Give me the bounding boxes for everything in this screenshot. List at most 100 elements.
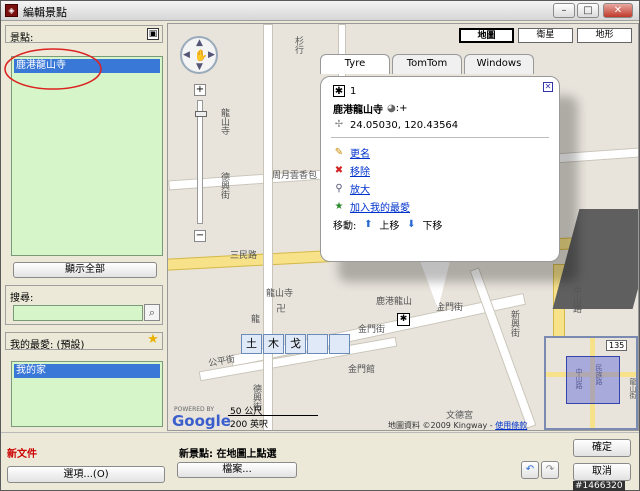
star-add-icon: ★ <box>334 200 344 212</box>
tab-tomtom[interactable]: TomTom <box>392 54 462 74</box>
zoom-thumb[interactable] <box>195 111 207 117</box>
zoom-in-icon[interactable]: + <box>194 84 206 96</box>
move-down-icon[interactable]: ⬇ <box>405 219 417 231</box>
overview-viewport[interactable] <box>566 356 620 404</box>
crosshair-icon: ✢ <box>334 119 344 130</box>
map-type-terrain[interactable]: 地形 <box>577 28 632 43</box>
divider <box>331 137 549 138</box>
zoom-slider[interactable] <box>195 100 207 224</box>
search-label: 搜尋: <box>10 293 34 304</box>
editor-window: ◈ 編輯景點 – □ ✕ 景點: ▣ 鹿港龍山寺 顯示全部 搜尋: ⌕ 我的最愛… <box>0 0 640 491</box>
input-method-bar: 土 木 戈 <box>241 334 351 354</box>
tab-tyre[interactable]: Tyre <box>320 54 390 74</box>
favorites-label: 我的最愛: (預設) <box>10 340 85 351</box>
attribution: 地圖資料 ©2009 Kingway - 使用條款 <box>388 420 527 430</box>
close-button[interactable]: ✕ <box>603 3 633 18</box>
rename-link[interactable]: 更名 <box>350 145 370 160</box>
close-icon[interactable]: ✕ <box>543 82 553 92</box>
google-logo: Google <box>172 412 231 430</box>
places-label: 景點: <box>10 33 34 44</box>
delete-icon: ✖ <box>334 164 344 176</box>
scale-bottom: 200 英呎 <box>230 420 269 430</box>
show-all-button[interactable]: 顯示全部 <box>13 262 157 278</box>
undo-icon[interactable]: ↶ <box>521 461 539 479</box>
remove-link[interactable]: 移除 <box>350 163 370 178</box>
place-label: 鹿港龍山 <box>376 297 413 307</box>
pan-right-icon[interactable]: ▶ <box>208 50 215 60</box>
pan-up-icon[interactable]: ▲ <box>196 38 203 48</box>
ime-key[interactable] <box>307 334 328 354</box>
places-header: 景點: ▣ <box>5 25 163 44</box>
mini-street: 龍山街 <box>629 378 637 399</box>
cancel-button[interactable]: 取消 <box>573 463 631 481</box>
zoom-icon: ⚲ <box>335 182 343 194</box>
pan-down-icon[interactable]: ▼ <box>196 62 203 72</box>
move-up-icon[interactable]: ⬆ <box>362 219 374 231</box>
title-bar: ◈ 編輯景點 – □ ✕ <box>1 1 639 21</box>
marker-icon: ✱ <box>333 85 345 97</box>
street-label: 龍 <box>249 314 259 323</box>
favorites-header: 我的最愛: (預設) ★ <box>5 332 163 351</box>
dexing-street <box>263 24 273 430</box>
star-icon[interactable]: ★ <box>147 333 159 347</box>
new-place-text: 新景點: 在地圖上點選 <box>179 449 277 460</box>
street-label: 金門街 <box>358 325 386 335</box>
ime-key[interactable]: 土 <box>241 334 262 354</box>
pencil-icon: ✎ <box>334 146 344 158</box>
favorites-list[interactable]: 我的家 <box>11 361 163 427</box>
app-icon: ◈ <box>5 4 18 17</box>
street-label: 杉行 <box>293 36 303 54</box>
ok-button[interactable]: 確定 <box>573 439 631 457</box>
zoom-out-icon[interactable]: − <box>194 230 206 242</box>
terms-link[interactable]: 使用條款 <box>495 421 527 430</box>
street-label: 三民路 <box>230 251 258 261</box>
map-type-bar: 地圖 衛星 地形 <box>455 28 632 43</box>
zoom-link[interactable]: 放大 <box>350 181 370 196</box>
bottom-bar: 新文件 選項...(O) 新景點: 在地圖上點選 檔案... ↶ ↷ 確定 取消… <box>1 432 639 491</box>
minimize-button[interactable]: – <box>553 3 575 18</box>
info-tabs: Tyre TomTom Windows <box>320 54 536 74</box>
overview-map[interactable]: 135 中山路 民族路 龍山街 <box>544 336 638 430</box>
redo-icon[interactable]: ↷ <box>541 461 559 479</box>
info-window: ✕ ✱ 1 鹿港龍山寺 ◕ :+ ✢ 24.05030, 120.43564 ✎… <box>320 76 560 262</box>
window-title: 編輯景點 <box>23 6 67 19</box>
grid-icon[interactable]: ▣ <box>147 28 159 40</box>
temple-icon: 卍 <box>276 304 286 315</box>
ime-key[interactable]: 戈 <box>285 334 306 354</box>
options-button[interactable]: 選項...(O) <box>7 466 165 483</box>
place-name: 鹿港龍山寺 <box>333 105 383 116</box>
street-label: 新興街 <box>509 310 519 337</box>
attribution-text: 地圖資料 ©2009 Kingway - <box>388 421 496 430</box>
map-type-satellite[interactable]: 衛星 <box>518 28 573 43</box>
tab-windows[interactable]: Windows <box>464 54 534 74</box>
search-input[interactable] <box>13 305 143 321</box>
coordinates: 24.05030, 120.43564 <box>350 119 459 131</box>
move-down-label[interactable]: 下移 <box>422 217 442 232</box>
pan-control[interactable]: ▲ ▼ ◀ ▶ ✋ <box>180 36 218 74</box>
annotation-circle <box>4 48 102 90</box>
map-type-map[interactable]: 地圖 <box>459 28 514 43</box>
place-label: 金門館 <box>348 365 376 375</box>
file-button[interactable]: 檔案... <box>177 462 297 478</box>
map-area[interactable]: 三民路 金門街 金門街 公平街 中山路 德興街 德興街 新興街 龍山寺 周月雲香… <box>167 23 639 431</box>
place-marker-icon[interactable]: ✱ <box>397 313 410 326</box>
move-up-label[interactable]: 上移 <box>379 217 399 232</box>
pan-left-icon[interactable]: ◀ <box>183 50 190 60</box>
ime-key[interactable] <box>329 334 350 354</box>
maximize-button[interactable]: □ <box>577 3 599 18</box>
add-favorite-link[interactable]: 加入我的最愛 <box>350 199 410 214</box>
place-number: 1 <box>350 85 357 97</box>
list-item[interactable]: 我的家 <box>14 364 160 378</box>
street-label: 中山路 <box>571 286 581 313</box>
info-window-tail <box>420 261 450 309</box>
place-label: 龍山寺 <box>266 289 294 299</box>
ime-key[interactable]: 木 <box>263 334 284 354</box>
watermark: #1466320 <box>573 481 625 491</box>
zoom-control: + − <box>194 84 207 244</box>
dark-block <box>552 209 638 309</box>
magnifier-icon[interactable]: ⌕ <box>144 304 160 321</box>
xinxing-street <box>469 267 537 429</box>
street-label: 德興街 <box>219 172 229 199</box>
new-doc-label: 新文件 <box>7 449 37 460</box>
scale-bar <box>228 415 318 416</box>
